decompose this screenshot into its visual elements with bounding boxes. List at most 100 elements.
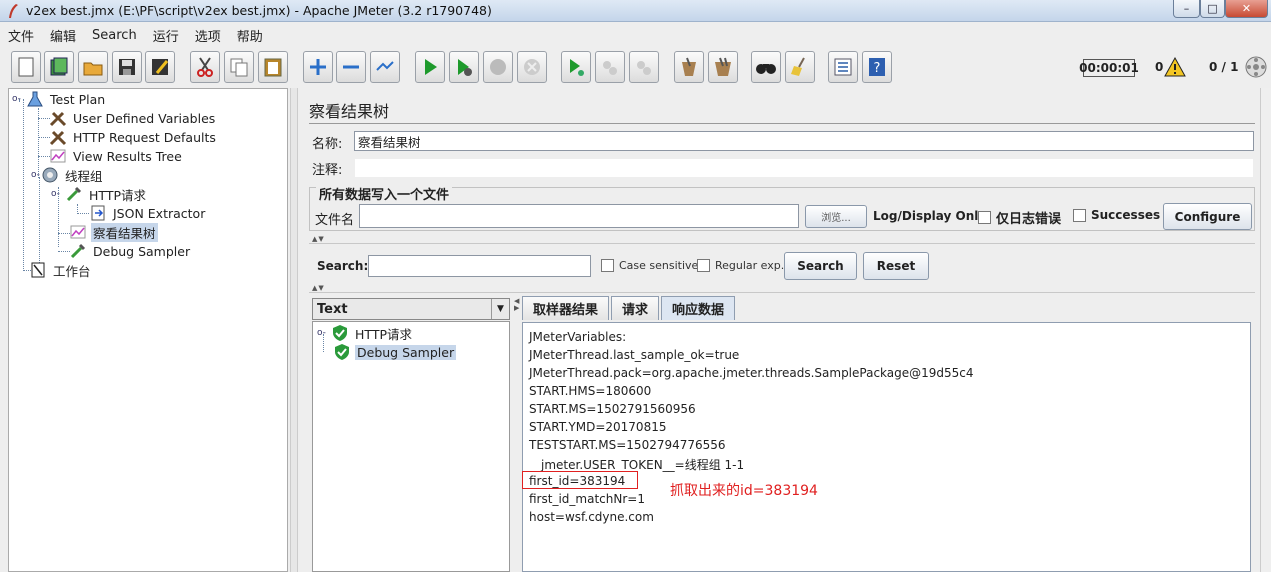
browse-button[interactable]: 浏览...	[805, 205, 867, 228]
clear-icon	[682, 57, 696, 76]
save-button[interactable]	[112, 51, 142, 83]
gear-icon	[42, 167, 58, 183]
reset-search-button[interactable]	[785, 51, 815, 83]
tree-toggle-icon[interactable]: o-	[12, 94, 26, 104]
checkbox-box[interactable]	[697, 259, 710, 272]
remote-stop-button[interactable]	[595, 51, 625, 83]
templates-button[interactable]	[44, 51, 74, 83]
checkbox-box[interactable]	[978, 211, 991, 224]
binoculars-icon	[756, 64, 776, 74]
checkbox-box[interactable]	[1073, 208, 1086, 222]
annotation-text: 抓取出来的id=383194	[670, 483, 818, 499]
tree-item-http-request[interactable]: o- HTTP请求	[51, 185, 148, 203]
regex-checkbox[interactable]: Regular exp.	[697, 259, 784, 272]
panel-splitter[interactable]	[290, 88, 298, 572]
toggle-button[interactable]	[370, 51, 400, 83]
sample-item-debug-sampler[interactable]: Debug Sampler	[333, 343, 457, 361]
case-sensitive-checkbox[interactable]: Case sensitive	[601, 259, 698, 272]
menu-file[interactable]: 文件	[6, 26, 36, 45]
start-button[interactable]	[415, 51, 445, 83]
search-results-button[interactable]: Search	[784, 252, 857, 280]
response-data-text[interactable]: JMeterVariables: JMeterThread.last_sampl…	[522, 322, 1251, 572]
collapse-arrows-icon[interactable]: ▲▼	[312, 284, 325, 292]
new-button[interactable]	[11, 51, 41, 83]
menu-run[interactable]: 运行	[151, 26, 181, 45]
paste-button[interactable]	[258, 51, 288, 83]
successes-checkbox[interactable]: Successes	[1073, 208, 1160, 222]
function-helper-button[interactable]	[828, 51, 858, 83]
tree-toggle-icon[interactable]: o-	[317, 328, 331, 338]
help-button[interactable]: ?	[862, 51, 892, 83]
save-icon	[119, 59, 135, 75]
collapse-icon	[343, 65, 359, 69]
element-panel: 察看结果树 名称: 察看结果树 注释: 所有数据写入一个文件 文件名 浏览...…	[300, 88, 1271, 572]
tree-item-http-request-defaults[interactable]: HTTP Request Defaults	[49, 128, 218, 146]
stop-button[interactable]	[483, 51, 513, 83]
tab-response-data[interactable]: 响应数据	[661, 296, 736, 320]
name-field[interactable]: 察看结果树	[354, 131, 1254, 151]
remote-start-icon	[570, 59, 584, 76]
flask-icon	[27, 91, 43, 107]
sample-item-http-request[interactable]: o- HTTP请求	[317, 324, 414, 342]
collapse-arrows-icon[interactable]: ▲▼	[312, 235, 325, 243]
save-as-icon	[152, 59, 169, 75]
shutdown-button[interactable]	[517, 51, 547, 83]
expand-button[interactable]	[303, 51, 333, 83]
response-line: START.YMD=20170815	[529, 420, 667, 434]
search-input[interactable]	[368, 255, 591, 277]
menu-edit[interactable]: 编辑	[48, 26, 78, 45]
configure-button[interactable]: Configure	[1163, 203, 1252, 230]
errors-only-checkbox[interactable]: 仅日志错误	[978, 208, 1061, 227]
templates-icon	[50, 57, 68, 76]
dropdown-arrow-icon[interactable]: ▼	[491, 299, 509, 319]
tree-item-user-defined-variables[interactable]: User Defined Variables	[49, 109, 217, 127]
filename-field[interactable]	[359, 204, 799, 228]
svg-text:?: ?	[874, 61, 881, 76]
tree-toggle-icon[interactable]: o-	[51, 189, 65, 199]
tree-item-debug-sampler[interactable]: Debug Sampler	[69, 242, 192, 260]
menu-help[interactable]: 帮助	[235, 26, 265, 45]
vertical-scrollbar[interactable]	[1260, 88, 1271, 572]
reset-button[interactable]: Reset	[863, 252, 929, 280]
menu-options[interactable]: 选项	[193, 26, 223, 45]
copy-button[interactable]	[224, 51, 254, 83]
menu-search[interactable]: Search	[90, 28, 139, 43]
renderer-select[interactable]: Text ▼	[312, 298, 510, 320]
comment-label: 注释:	[312, 163, 343, 178]
tree-toggle-icon[interactable]: o-	[31, 170, 41, 180]
save-as-button[interactable]	[145, 51, 175, 83]
clear-all-icon	[715, 57, 731, 76]
cut-button[interactable]	[190, 51, 220, 83]
start-no-pause-button[interactable]	[449, 51, 479, 83]
highlight-box	[522, 471, 638, 489]
copy-icon	[230, 58, 248, 77]
tree-item-test-plan[interactable]: o- Test Plan	[12, 90, 107, 108]
tab-sampler-result[interactable]: 取样器结果	[522, 296, 610, 320]
remote-start-button[interactable]	[561, 51, 591, 83]
tree-item-json-extractor[interactable]: JSON Extractor	[89, 204, 207, 222]
collapse-button[interactable]	[336, 51, 366, 83]
tree-item-workbench[interactable]: 工作台	[29, 261, 93, 279]
expand-icon	[310, 59, 326, 75]
maximize-button[interactable]: □	[1200, 0, 1225, 18]
remote-shutdown-button[interactable]	[629, 51, 659, 83]
comment-field[interactable]	[354, 158, 1254, 178]
tree-item-thread-group[interactable]: o- 线程组	[31, 166, 105, 184]
remote-stop-icon	[603, 61, 617, 75]
error-count: 0	[1155, 60, 1164, 74]
minimize-button[interactable]: –	[1173, 0, 1200, 18]
tab-request[interactable]: 请求	[611, 296, 660, 320]
clear-button[interactable]	[674, 51, 704, 83]
tree-item-view-results-tree-cn[interactable]: 察看结果树	[69, 222, 158, 242]
thread-count: 0 / 1	[1209, 60, 1239, 74]
search-button[interactable]	[751, 51, 781, 83]
errors-only-label: 仅日志错误	[996, 212, 1062, 227]
open-button[interactable]	[78, 51, 108, 83]
warning-icon[interactable]	[1164, 57, 1186, 77]
checkbox-box[interactable]	[601, 259, 614, 272]
regex-label: Regular exp.	[715, 259, 785, 272]
tree-item-view-results-tree[interactable]: View Results Tree	[49, 147, 184, 165]
side-collapse-arrows-icon[interactable]: ◀ ▶	[514, 298, 519, 312]
close-button[interactable]: ✕	[1225, 0, 1268, 18]
clear-all-button[interactable]	[708, 51, 738, 83]
